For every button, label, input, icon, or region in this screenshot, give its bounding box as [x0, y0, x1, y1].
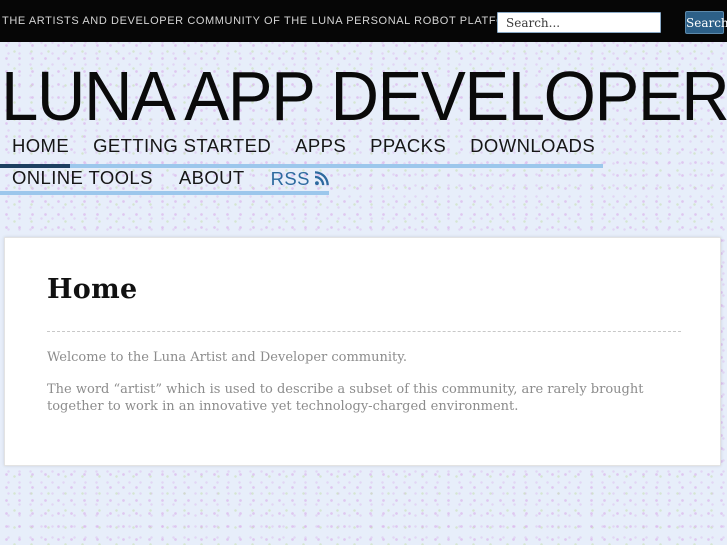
intro-paragraph: Welcome to the Luna Artist and Developer… [47, 350, 408, 365]
search-input[interactable] [497, 12, 661, 33]
page-background: { "topbar": { "tagline": "THE ARTISTS AN… [0, 0, 727, 545]
rss-icon [314, 169, 330, 191]
page-title: Home [47, 274, 138, 305]
nav-item-ppacks[interactable]: PPACKS [370, 135, 446, 157]
rss-link-label: RSS [270, 168, 310, 189]
title-divider [47, 331, 681, 332]
site-tagline: THE ARTISTS AND DEVELOPER COMMUNITY OF T… [2, 15, 524, 27]
search-button[interactable]: Search [685, 11, 727, 34]
nav-item-online-tools[interactable]: ONLINE TOOLS [12, 167, 153, 191]
nav-item-about[interactable]: ABOUT [179, 167, 245, 191]
nav-row-1: HOME GETTING STARTED APPS PPACKS DOWNLOA… [12, 135, 595, 157]
nav-item-downloads[interactable]: DOWNLOADS [470, 135, 595, 157]
site-title[interactable]: LUNA APP DEVELOPER [1, 61, 727, 131]
nav-item-rss[interactable]: RSS [271, 167, 330, 191]
nav-row-2: ONLINE TOOLS ABOUT RSS [12, 167, 330, 191]
top-bar: THE ARTISTS AND DEVELOPER COMMUNITY OF T… [0, 0, 727, 42]
description-paragraph: The word “artist” which is used to descr… [47, 382, 644, 414]
content-card: Home Welcome to the Luna Artist and Deve… [4, 237, 721, 466]
nav-underline-row2 [0, 191, 329, 195]
nav-item-home[interactable]: HOME [12, 135, 69, 157]
nav-item-getting-started[interactable]: GETTING STARTED [93, 135, 271, 157]
nav-item-apps[interactable]: APPS [295, 135, 346, 157]
